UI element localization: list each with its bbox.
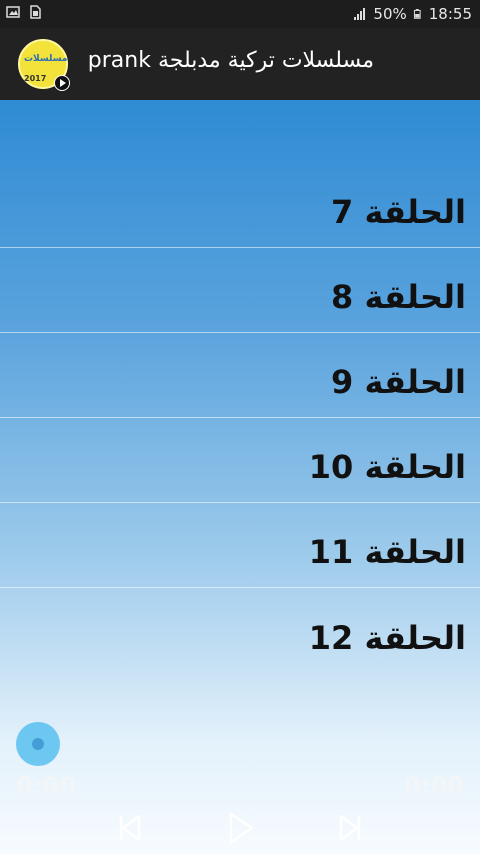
app-logo: مسلسلات 2017 <box>18 39 70 91</box>
gallery-icon <box>6 6 20 18</box>
clock: 18:55 <box>428 5 472 23</box>
list-item[interactable]: الحلقة 7 <box>0 180 480 248</box>
episode-list: الحلقة 7 الحلقة 8 الحلقة 9 الحلقة 10 الح… <box>0 180 480 673</box>
app-bar: مسلسلات 2017 مسلسلات تركية مدبلجة prank <box>0 28 480 100</box>
elapsed-time: 0:00 <box>16 772 76 800</box>
battery-icon <box>413 9 421 19</box>
list-item[interactable]: الحلقة 11 <box>0 503 480 588</box>
list-item[interactable]: الحلقة 9 <box>0 333 480 418</box>
play-icon[interactable] <box>220 808 260 848</box>
previous-icon[interactable] <box>110 808 150 848</box>
logo-text: مسلسلات <box>24 54 68 64</box>
app-title: مسلسلات تركية مدبلجة prank <box>87 48 374 73</box>
status-bar: 50% 18:55 <box>0 0 480 28</box>
content-area: الحلقة 7 الحلقة 8 الحلقة 9 الحلقة 10 الح… <box>0 100 480 854</box>
episode-label: الحلقة 9 <box>331 363 466 401</box>
total-duration: 0:00 <box>404 772 464 800</box>
next-icon[interactable] <box>330 808 370 848</box>
signal-icon <box>354 8 366 20</box>
episode-label: الحلقة 12 <box>308 619 466 657</box>
logo-play-icon <box>54 75 70 91</box>
episode-label: الحلقة 10 <box>308 448 466 486</box>
player-controls <box>0 808 480 848</box>
battery-percentage: 50% <box>373 5 407 23</box>
sim-icon <box>30 5 41 19</box>
episode-label: الحلقة 11 <box>308 533 466 571</box>
logo-year: 2017 <box>24 74 47 83</box>
seek-bar-thumb[interactable] <box>16 722 60 766</box>
list-item[interactable]: الحلقة 8 <box>0 248 480 333</box>
episode-label: الحلقة 8 <box>331 278 466 316</box>
list-item[interactable]: الحلقة 10 <box>0 418 480 503</box>
list-item[interactable]: الحلقة 12 <box>0 588 480 673</box>
episode-label: الحلقة 7 <box>331 193 466 231</box>
